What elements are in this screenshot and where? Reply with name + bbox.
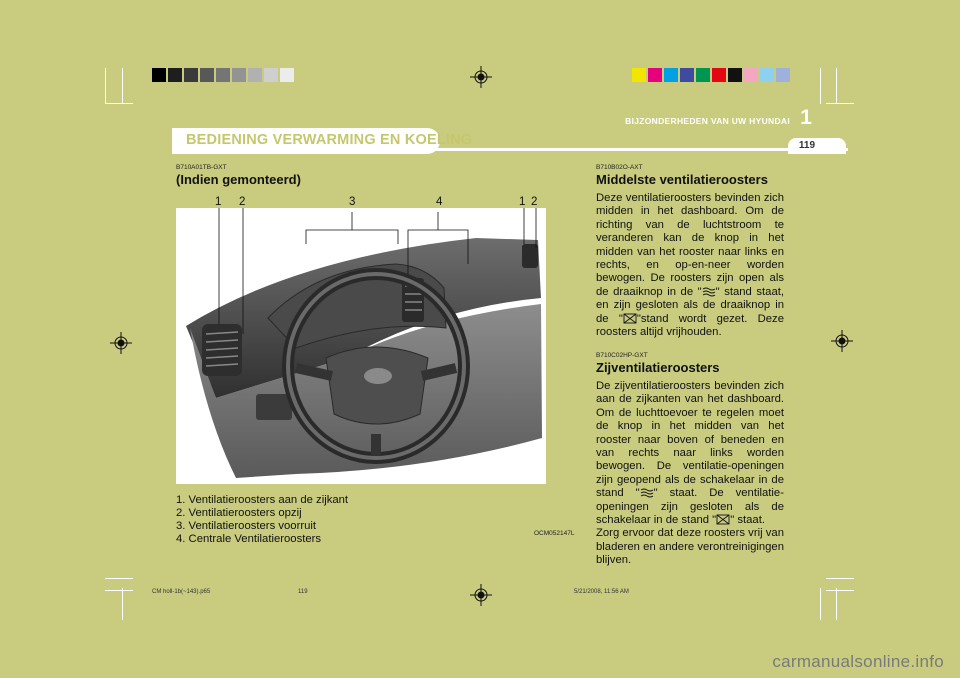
left-section-code: B710A01TB-GXT bbox=[176, 164, 227, 171]
footer-page: 119 bbox=[298, 589, 308, 595]
color-swatch bbox=[728, 68, 742, 82]
airflow-closed-icon bbox=[716, 514, 730, 525]
grayscale-swatch bbox=[232, 68, 246, 82]
color-swatch bbox=[664, 68, 678, 82]
callout-2-right: 2 bbox=[531, 196, 538, 208]
grayscale-swatch bbox=[184, 68, 198, 82]
callout-4: 4 bbox=[436, 196, 443, 208]
sec1-body: Deze ventilatieroosters bevinden zich mi… bbox=[596, 192, 785, 339]
page-number: 119 bbox=[798, 140, 816, 151]
color-swatch bbox=[680, 68, 694, 82]
grayscale-swatch bbox=[200, 68, 214, 82]
sec1-title: Middelste ventilatieroosters bbox=[596, 172, 768, 187]
legend-item: 4. Centrale Ventilatieroosters bbox=[176, 533, 322, 545]
grayscale-swatch bbox=[168, 68, 182, 82]
callout-2-left: 2 bbox=[239, 196, 246, 208]
grayscale-swatch bbox=[216, 68, 230, 82]
color-swatch bbox=[712, 68, 726, 82]
registration-mark-icon bbox=[470, 584, 492, 606]
color-swatch bbox=[696, 68, 710, 82]
sec1-code: B710B02O-AXT bbox=[596, 164, 643, 171]
color-swatch bbox=[744, 68, 758, 82]
sec2-code: B710C02HP-GXT bbox=[596, 352, 648, 359]
image-code: OCM052147L bbox=[534, 530, 575, 537]
airflow-open-icon bbox=[702, 287, 715, 297]
chapter-label: BIJZONDERHEDEN VAN UW HYUNDAI bbox=[625, 116, 790, 126]
footer-file: CM holl-1b(~143).p65 bbox=[152, 589, 211, 595]
grayscale-swatch bbox=[248, 68, 262, 82]
dashboard-illustration bbox=[176, 208, 546, 484]
legend-item: 1. Ventilatieroosters aan de zijkant bbox=[176, 494, 349, 506]
sec2-title: Zijventilatieroosters bbox=[596, 360, 720, 375]
registration-mark-icon bbox=[110, 332, 132, 354]
color-swatch bbox=[776, 68, 790, 82]
figure-legend: 1. Ventilatieroosters aan de zijkant 2. … bbox=[176, 494, 348, 546]
airflow-open-icon bbox=[640, 488, 653, 498]
airflow-closed-icon bbox=[623, 313, 637, 324]
footer-datetime: 5/21/2008, 11:56 AM bbox=[574, 589, 629, 595]
callout-1-left: 1 bbox=[215, 196, 222, 208]
color-swatch bbox=[632, 68, 646, 82]
legend-item: 3. Ventilatieroosters voorruit bbox=[176, 520, 317, 532]
color-swatch bbox=[760, 68, 774, 82]
left-section-title: (Indien gemonteerd) bbox=[176, 172, 301, 187]
legend-item: 2. Ventilatieroosters opzij bbox=[176, 507, 302, 519]
callout-3: 3 bbox=[349, 196, 356, 208]
section-title: BEDIENING VERWARMING EN KOELING bbox=[186, 132, 473, 148]
sec2-body: De zijventilatieroosters bevinden zich a… bbox=[596, 380, 784, 567]
grayscale-swatch bbox=[152, 68, 166, 82]
registration-mark-icon bbox=[831, 330, 853, 352]
registration-mark-icon bbox=[470, 66, 492, 88]
grayscale-swatch bbox=[264, 68, 278, 82]
chapter-number: 1 bbox=[800, 106, 812, 129]
color-swatch bbox=[648, 68, 662, 82]
watermark: carmanualsonline.info bbox=[772, 652, 944, 671]
grayscale-swatch bbox=[280, 68, 294, 82]
header-rule bbox=[172, 148, 848, 151]
callout-1-right: 1 bbox=[519, 196, 526, 208]
